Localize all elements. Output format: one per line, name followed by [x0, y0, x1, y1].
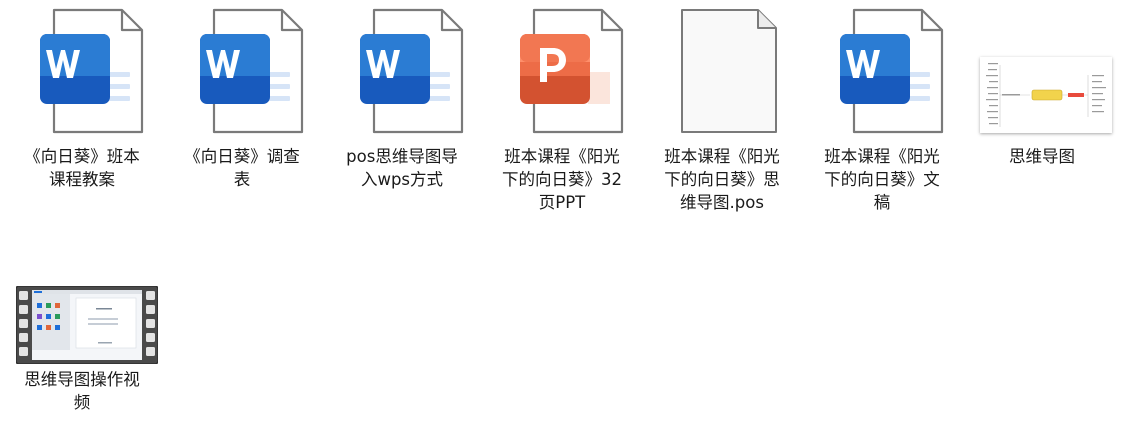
word-document-icon: [810, 2, 954, 142]
file-name-label: pos思维导图导入wps方式: [346, 147, 458, 189]
word-document-icon: [170, 2, 314, 142]
file-explorer-view: { "files": [ {"name": "《向日葵》班本课程教案", "ty…: [0, 0, 1122, 432]
file-item-pos[interactable]: 班本课程《阳光下的向日葵》思维导图.pos: [650, 0, 794, 220]
file-name-label: 思维导图操作视频: [24, 370, 140, 412]
file-item-word-4[interactable]: 班本课程《阳光下的向日葵》文稿: [810, 0, 954, 220]
file-item-video[interactable]: 思维导图操作视频: [10, 260, 159, 425]
file-name-label: 《向日葵》调查表: [184, 147, 300, 189]
word-document-icon: [330, 2, 474, 142]
file-name-label: 班本课程《阳光下的向日葵》32页PPT: [502, 147, 622, 212]
powerpoint-document-icon: [490, 2, 634, 142]
file-name-label: 班本课程《阳光下的向日葵》思维导图.pos: [664, 147, 780, 212]
file-item-word-2[interactable]: 《向日葵》调查表: [170, 0, 314, 200]
blank-document-icon: [650, 2, 794, 142]
mindmap-image-thumbnail: [980, 57, 1112, 133]
file-item-word-3[interactable]: pos思维导图导入wps方式: [330, 0, 474, 200]
file-name-label: 思维导图: [1009, 147, 1075, 166]
word-document-icon: [10, 2, 154, 142]
file-name-label: 《向日葵》班本课程教案: [24, 147, 140, 189]
file-item-word-1[interactable]: 《向日葵》班本课程教案: [10, 0, 154, 200]
file-name-label: 班本课程《阳光下的向日葵》文稿: [824, 147, 940, 212]
video-file-thumbnail: [15, 285, 159, 365]
file-item-image[interactable]: 思维导图: [970, 0, 1114, 180]
file-item-ppt[interactable]: 班本课程《阳光下的向日葵》32页PPT: [490, 0, 634, 220]
